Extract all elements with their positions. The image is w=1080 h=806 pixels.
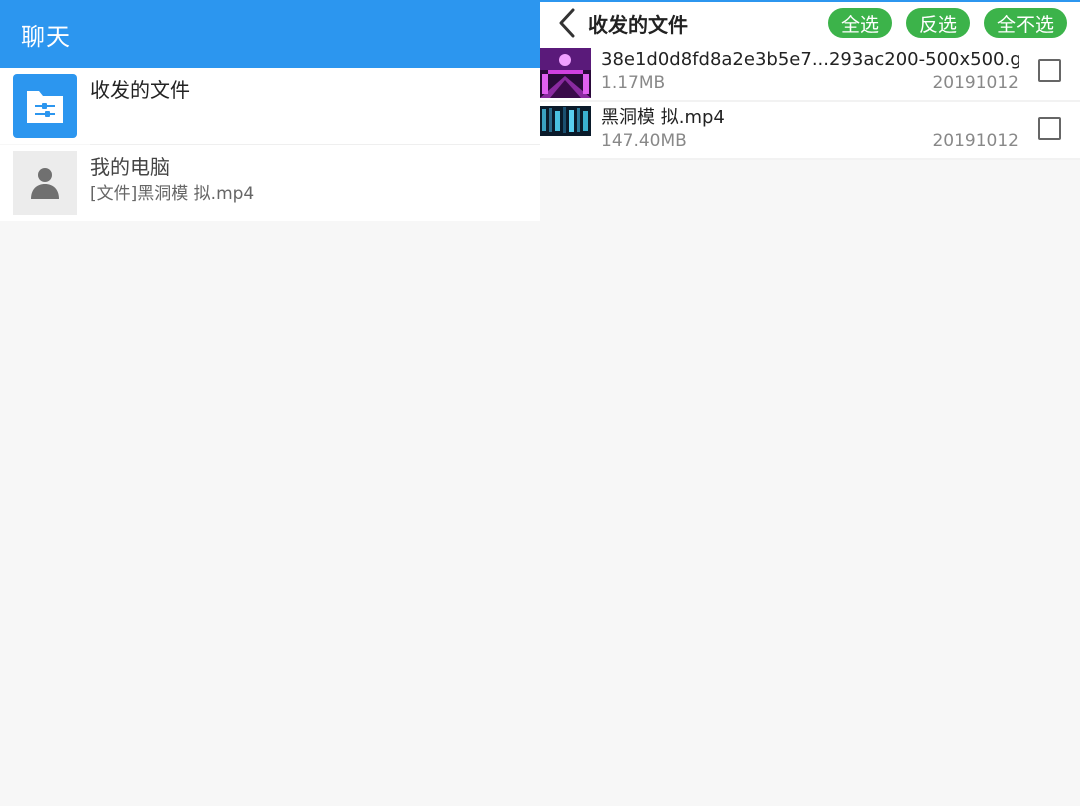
selection-actions: 全选 反选 全不选 — [827, 8, 1067, 38]
chevron-left-icon — [559, 8, 575, 38]
file-name: 38e1d0d8fd8a2e3b5e7...293ac200-500x500.g… — [601, 49, 1019, 70]
video-thumbnail — [540, 106, 591, 136]
file-date: 20191012 — [932, 73, 1019, 93]
file-checkbox[interactable] — [1038, 117, 1061, 140]
file-checkbox[interactable] — [1038, 59, 1061, 82]
file-row[interactable]: 黑洞模 拟.mp4 147.40MB 20191012 — [540, 102, 1080, 160]
back-button[interactable] — [548, 2, 586, 44]
conversation-file-transfer[interactable]: 收发的文件 — [0, 68, 540, 144]
file-size: 1.17MB — [601, 73, 666, 93]
chat-header: 聊天 — [0, 0, 540, 68]
file-list-pane: 收发的文件 全选 反选 全不选 38e1d0d8fd8a2e3b5e7...29… — [540, 0, 1080, 806]
file-size: 147.40MB — [601, 131, 687, 151]
invert-selection-button[interactable]: 反选 — [905, 8, 970, 38]
page-title: 收发的文件 — [588, 12, 688, 37]
conversation-my-computer[interactable]: 我的电脑 [文件]黑洞模 拟.mp4 — [0, 145, 540, 221]
file-row[interactable]: 38e1d0d8fd8a2e3b5e7...293ac200-500x500.g… — [540, 44, 1080, 102]
file-transfer-icon — [13, 74, 77, 138]
file-date: 20191012 — [932, 131, 1019, 151]
conversation-last-message: [文件]黑洞模 拟.mp4 — [90, 184, 255, 204]
select-none-button[interactable]: 全不选 — [983, 8, 1067, 38]
chat-header-title: 聊天 — [21, 22, 71, 51]
conversation-title: 我的电脑 — [90, 155, 170, 179]
select-all-button[interactable]: 全选 — [827, 8, 892, 38]
file-name: 黑洞模 拟.mp4 — [601, 107, 725, 128]
gif-thumbnail — [540, 48, 591, 98]
conversation-title: 收发的文件 — [90, 78, 190, 102]
person-icon — [13, 151, 77, 215]
file-list-header: 收发的文件 全选 反选 全不选 — [540, 2, 1080, 44]
screen: 聊天 收发的文件 我的电脑 [文件]黑洞模 拟.mp4 收发的文件 全选 反选 … — [0, 0, 1080, 806]
chat-list-pane: 聊天 收发的文件 我的电脑 [文件]黑洞模 拟.mp4 — [0, 0, 540, 806]
